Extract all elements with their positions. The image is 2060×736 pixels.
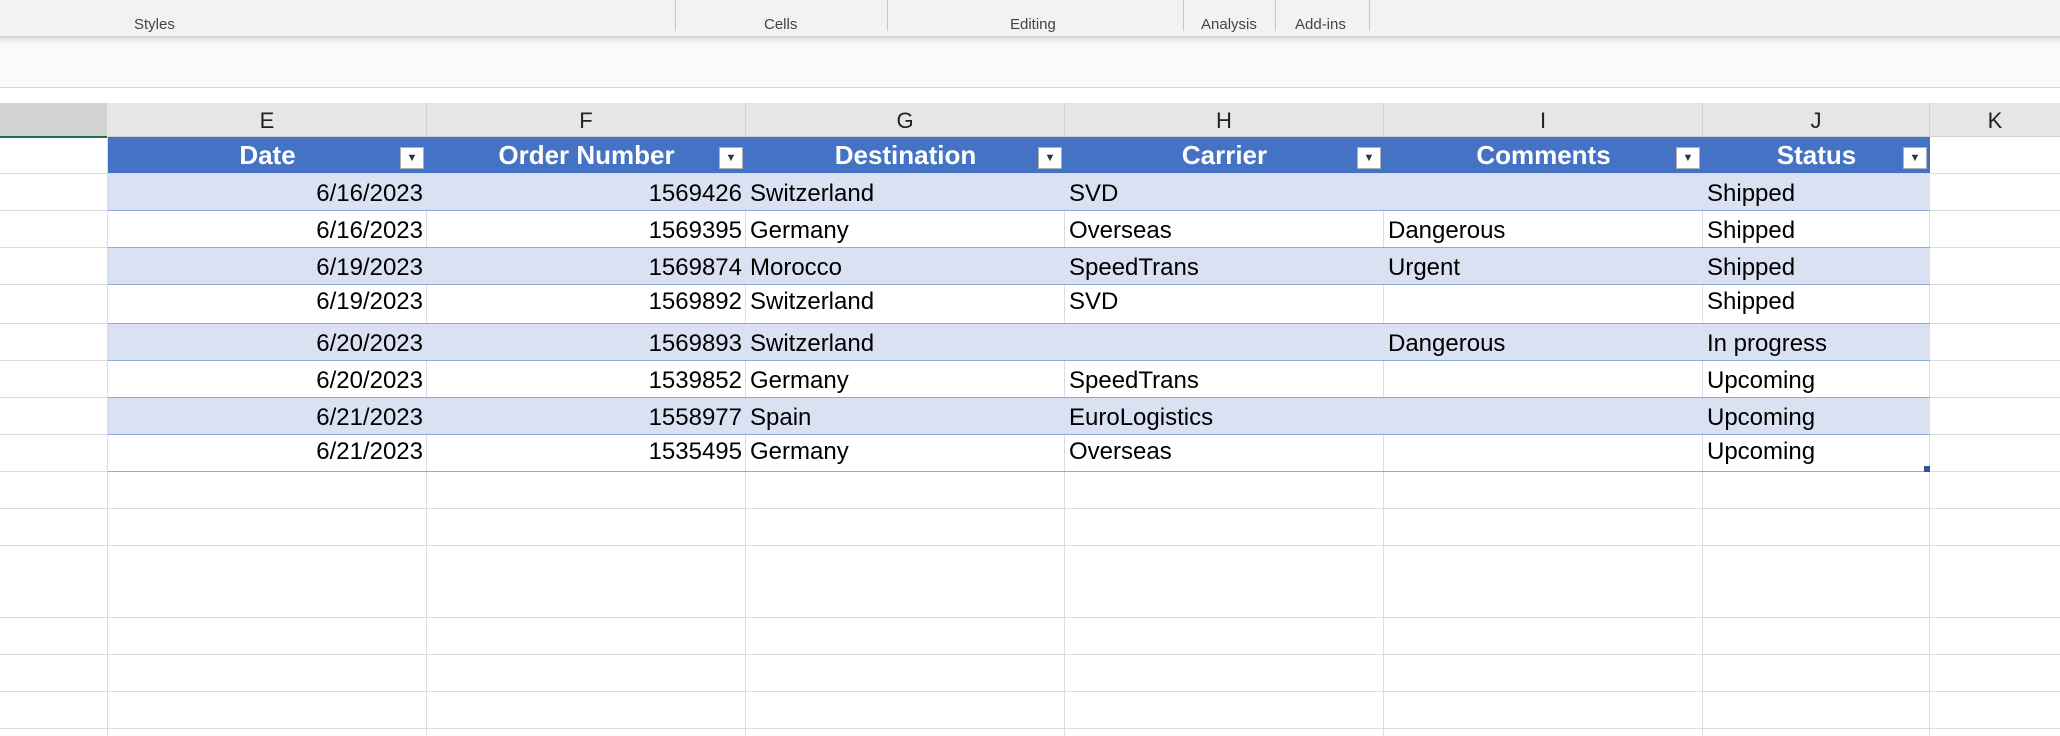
grid-line: [1929, 136, 1930, 736]
formula-bar-area[interactable]: [0, 43, 2060, 88]
cell-order-number[interactable]: 1569874: [427, 254, 742, 282]
table-header-status: Status: [1776, 140, 1857, 170]
grid-line: [0, 728, 2060, 729]
cell-order-number[interactable]: 1558977: [427, 404, 742, 432]
cell-carrier[interactable]: Overseas: [1069, 217, 1172, 245]
table-header-destination: Destination: [834, 140, 977, 170]
cell-destination[interactable]: Germany: [750, 438, 849, 466]
filter-dropdown-icon[interactable]: ▼: [1676, 147, 1700, 169]
grid-line: [1064, 136, 1065, 736]
cell-status[interactable]: Upcoming: [1707, 404, 1815, 432]
column-header-e[interactable]: E: [108, 103, 427, 136]
column-header-j[interactable]: J: [1703, 103, 1930, 136]
cell-carrier[interactable]: SpeedTrans: [1069, 367, 1199, 395]
cell-comments[interactable]: Urgent: [1388, 254, 1460, 282]
cell-comments[interactable]: Dangerous: [1388, 330, 1505, 358]
grid-line: [1702, 136, 1703, 736]
cell-order-number[interactable]: 1569892: [427, 288, 742, 316]
grid-line: [0, 654, 2060, 655]
cell-destination[interactable]: Switzerland: [750, 180, 874, 208]
cell-status[interactable]: Shipped: [1707, 180, 1795, 208]
cell-order-number[interactable]: 1569893: [427, 330, 742, 358]
ribbon-group-add-ins[interactable]: Add-ins: [1295, 16, 1346, 33]
table-header-comments: Comments: [1476, 140, 1611, 170]
ribbon-separator: [1369, 0, 1370, 31]
cell-status[interactable]: Shipped: [1707, 254, 1795, 282]
cell-order-number[interactable]: 1569395: [427, 217, 742, 245]
ribbon-separator: [887, 0, 888, 31]
table-header-order-number: Order Number: [498, 140, 675, 170]
ribbon: Styles Cells Editing Analysis Add-ins: [0, 0, 2060, 37]
ribbon-separator: [1183, 0, 1184, 31]
cell-carrier[interactable]: SpeedTrans: [1069, 254, 1199, 282]
table-row-border: [108, 210, 1930, 211]
filter-dropdown-icon[interactable]: ▼: [1038, 147, 1062, 169]
cell-status[interactable]: Upcoming: [1707, 438, 1815, 466]
filter-dropdown-icon[interactable]: ▼: [719, 147, 743, 169]
cell-order-number[interactable]: 1539852: [427, 367, 742, 395]
row-header-corner[interactable]: [0, 103, 107, 138]
cell-date[interactable]: 6/16/2023: [108, 180, 423, 208]
table-resize-handle[interactable]: [1924, 466, 1930, 472]
cell-destination[interactable]: Spain: [750, 404, 811, 432]
cell-comments[interactable]: Dangerous: [1388, 217, 1505, 245]
column-header-k[interactable]: K: [1930, 103, 2060, 136]
grid-line: [0, 691, 2060, 692]
table-row-border: [108, 284, 1930, 285]
ribbon-group-editing[interactable]: Editing: [1010, 16, 1056, 33]
cell-status[interactable]: Shipped: [1707, 288, 1795, 316]
table-row-border: [108, 471, 1930, 472]
ribbon-group-cells[interactable]: Cells: [764, 16, 797, 33]
grid-line: [1383, 136, 1384, 736]
filter-dropdown-icon[interactable]: ▼: [400, 147, 424, 169]
table-row-border: [108, 323, 1930, 324]
cell-destination[interactable]: Germany: [750, 217, 849, 245]
cell-order-number[interactable]: 1569426: [427, 180, 742, 208]
cell-destination[interactable]: Germany: [750, 367, 849, 395]
column-header-f[interactable]: F: [427, 103, 746, 136]
filter-dropdown-icon[interactable]: ▼: [1903, 147, 1927, 169]
cell-date[interactable]: 6/19/2023: [108, 288, 423, 316]
cell-carrier[interactable]: EuroLogistics: [1069, 404, 1213, 432]
filter-dropdown-icon[interactable]: ▼: [1357, 147, 1381, 169]
table-header-carrier: Carrier: [1181, 140, 1268, 170]
grid-line: [0, 545, 2060, 546]
cell-destination[interactable]: Morocco: [750, 254, 842, 282]
grid-line: [745, 136, 746, 736]
cell-carrier[interactable]: SVD: [1069, 180, 1118, 208]
cell-carrier[interactable]: SVD: [1069, 288, 1118, 316]
ribbon-group-analysis[interactable]: Analysis: [1201, 16, 1257, 33]
grid-line: [0, 508, 2060, 509]
table-header-date: Date: [239, 140, 296, 170]
cell-order-number[interactable]: 1535495: [427, 438, 742, 466]
ribbon-separator: [1275, 0, 1276, 31]
cell-date[interactable]: 6/16/2023: [108, 217, 423, 245]
table-row-border: [108, 360, 1930, 361]
grid-line: [0, 617, 2060, 618]
column-header-h[interactable]: H: [1065, 103, 1384, 136]
table-row-border: [108, 434, 1930, 435]
cell-date[interactable]: 6/21/2023: [108, 438, 423, 466]
column-header-i[interactable]: I: [1384, 103, 1703, 136]
table-row-border: [108, 247, 1930, 248]
cell-date[interactable]: 6/19/2023: [108, 254, 423, 282]
table-row-border: [108, 397, 1930, 398]
cell-status[interactable]: Upcoming: [1707, 367, 1815, 395]
cell-date[interactable]: 6/21/2023: [108, 404, 423, 432]
cell-date[interactable]: 6/20/2023: [108, 367, 423, 395]
cell-destination[interactable]: Switzerland: [750, 288, 874, 316]
cell-date[interactable]: 6/20/2023: [108, 330, 423, 358]
cell-destination[interactable]: Switzerland: [750, 330, 874, 358]
ribbon-separator: [675, 0, 676, 31]
cell-carrier[interactable]: Overseas: [1069, 438, 1172, 466]
ribbon-group-styles[interactable]: Styles: [134, 16, 175, 33]
cell-status[interactable]: Shipped: [1707, 217, 1795, 245]
column-header-g[interactable]: G: [746, 103, 1065, 136]
cell-status[interactable]: In progress: [1707, 330, 1827, 358]
